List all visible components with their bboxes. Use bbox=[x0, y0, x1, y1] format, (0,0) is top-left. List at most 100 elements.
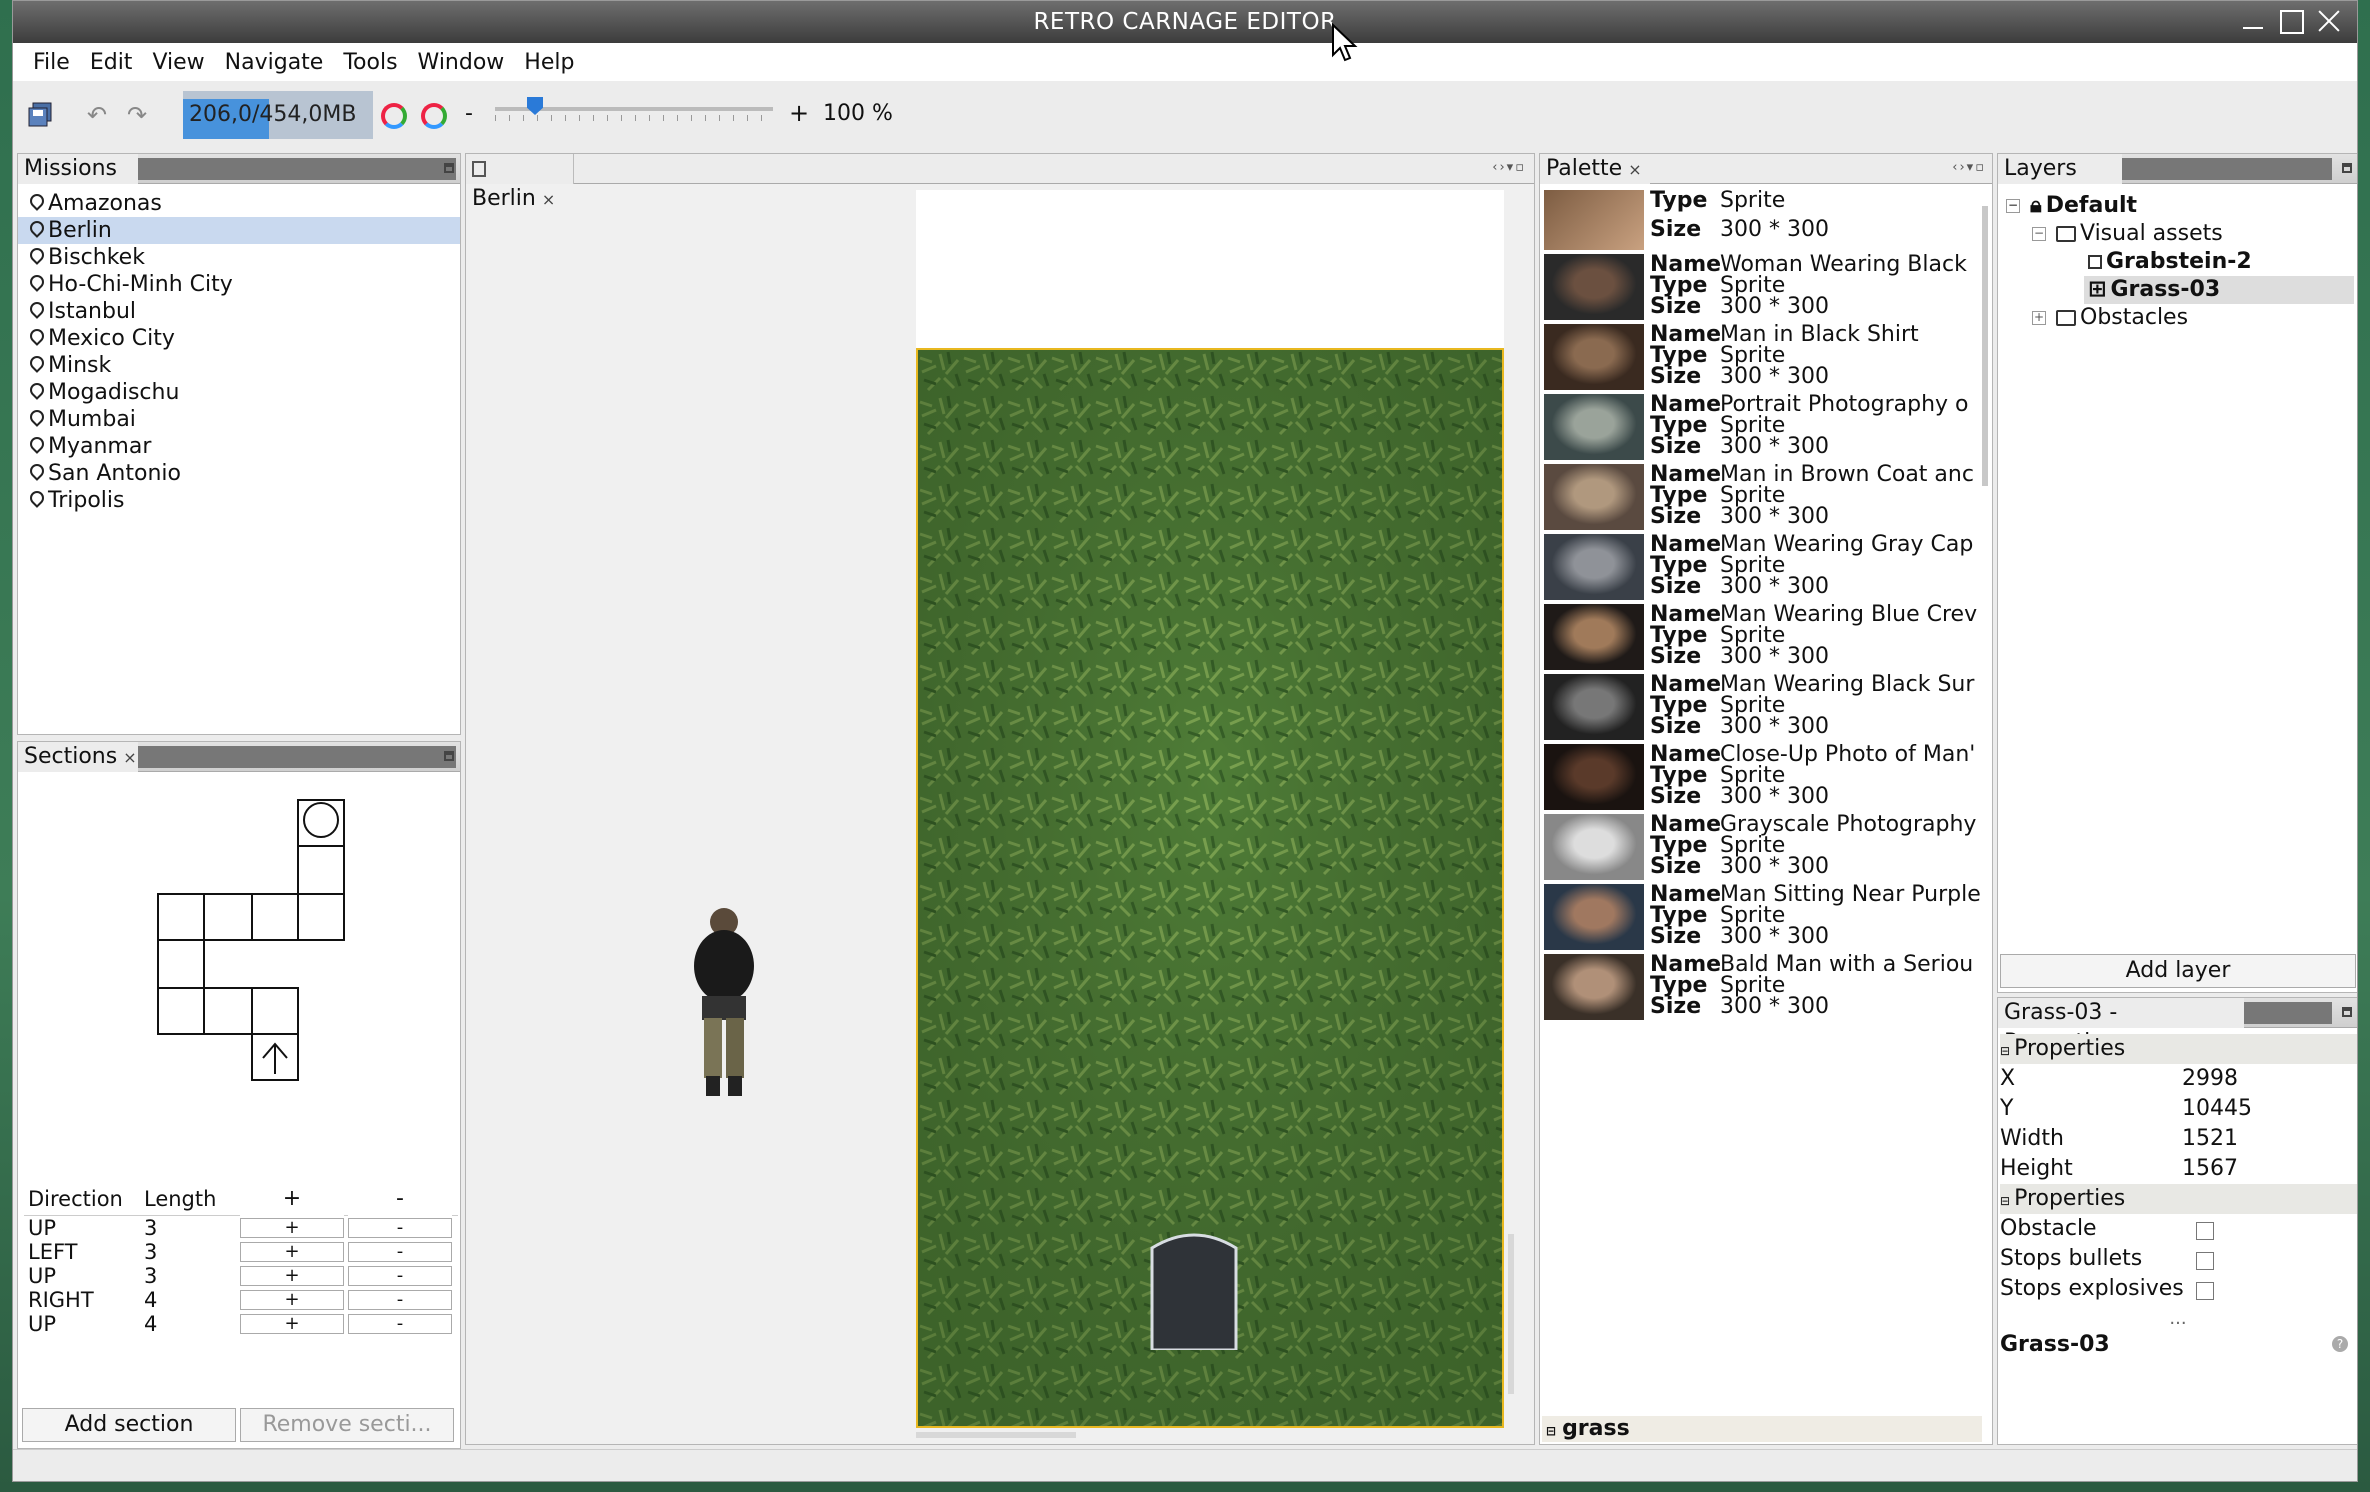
palette-item[interactable]: NameMan Wearing Gray Cap Type Sprite Size 30… bbox=[1544, 534, 1984, 602]
mission-item[interactable]: Mumbai bbox=[18, 406, 460, 433]
layer-grabstein[interactable]: Grabstein-2 bbox=[2088, 248, 2252, 276]
increase-button[interactable]: + bbox=[240, 1242, 344, 1262]
decrease-button[interactable]: - bbox=[348, 1314, 452, 1334]
palette-item[interactable]: NameGrayscale Photography Type Sprite Size 3… bbox=[1544, 814, 1984, 882]
collapse-icon[interactable]: − bbox=[2032, 227, 2046, 241]
redo-icon[interactable]: ↷ bbox=[119, 97, 155, 133]
horizontal-scrollbar[interactable] bbox=[916, 1432, 1076, 1438]
remove-section-button[interactable]: Remove secti... bbox=[240, 1408, 454, 1442]
help-icon[interactable]: ? bbox=[2332, 1336, 2348, 1352]
decrease-button[interactable]: - bbox=[348, 1290, 452, 1310]
menu-help[interactable]: Help bbox=[514, 50, 584, 75]
palette-item[interactable]: NameBald Man with a Seriou Type Sprite Size… bbox=[1544, 954, 1984, 1022]
zoom-slider-handle[interactable] bbox=[527, 97, 543, 115]
editor-panel: Berlin × ‹›▾▫ bbox=[465, 153, 1535, 1445]
mission-item-selected[interactable]: Berlin bbox=[18, 217, 460, 244]
mission-item[interactable]: Istanbul bbox=[18, 298, 460, 325]
layer-obstacles[interactable]: + Obstacles bbox=[2032, 304, 2188, 332]
layer-default[interactable]: − 🔒︎ Default bbox=[2006, 192, 2137, 220]
memory-monitor[interactable]: 206,0/454,0MB bbox=[183, 91, 373, 139]
layer-grass-selected[interactable]: ⊞ Grass-03 bbox=[2084, 276, 2354, 304]
menu-view[interactable]: View bbox=[142, 50, 214, 75]
decrease-button[interactable]: - bbox=[348, 1242, 452, 1262]
palette-item[interactable]: NameWoman Wearing Black Type Sprite Size 300… bbox=[1544, 254, 1984, 322]
vertical-scrollbar[interactable] bbox=[1508, 1234, 1514, 1394]
tab-scroll-icons[interactable]: ‹›▾▫ bbox=[1492, 160, 1526, 175]
mission-item[interactable]: Myanmar bbox=[18, 433, 460, 460]
palette-panel: Palette × ‹›▾▫ Type Sprite Size 300 * 300 Na… bbox=[1539, 153, 1993, 1445]
zoom-out-button[interactable]: - bbox=[465, 101, 473, 126]
decrease-button[interactable]: - bbox=[348, 1266, 452, 1286]
palette-item[interactable]: NameMan in Brown Coat anc Type Sprite Size 3… bbox=[1544, 464, 1984, 532]
close-tab-icon[interactable]: × bbox=[1628, 160, 1641, 179]
menu-edit[interactable]: Edit bbox=[80, 50, 143, 75]
reset-gc-icon[interactable] bbox=[421, 103, 447, 129]
menu-file[interactable]: File bbox=[23, 50, 80, 75]
increase-button[interactable]: + bbox=[240, 1290, 344, 1310]
palette-group-header[interactable]: ⊟ grass bbox=[1542, 1416, 1982, 1442]
app-window: RETRO CARNAGE EDITOR File Edit View Navi… bbox=[12, 0, 2358, 1482]
menu-window[interactable]: Window bbox=[408, 50, 515, 75]
palette-item-size: 300 * 300 bbox=[1720, 294, 1829, 318]
obstacle-checkbox[interactable] bbox=[2196, 1222, 2214, 1240]
mission-item[interactable]: Minsk bbox=[18, 352, 460, 379]
palette-item[interactable]: NamePortrait Photography o Type Sprite Size… bbox=[1544, 394, 1984, 462]
document-icon bbox=[472, 161, 486, 177]
increase-button[interactable]: + bbox=[240, 1266, 344, 1286]
garbage-collect-icon[interactable] bbox=[381, 103, 407, 129]
add-section-button[interactable]: Add section bbox=[22, 1408, 236, 1442]
mission-item[interactable]: Bischkek bbox=[18, 244, 460, 271]
palette-item[interactable]: Type Sprite Size 300 * 300 bbox=[1544, 190, 1984, 252]
mission-item[interactable]: Amazonas bbox=[18, 190, 460, 217]
zoom-in-button[interactable]: + bbox=[789, 99, 809, 127]
palette-scrollbar[interactable] bbox=[1982, 206, 1988, 486]
minimize-icon[interactable] bbox=[2239, 7, 2267, 35]
maximize-icon[interactable] bbox=[2277, 7, 2305, 35]
stops-explosives-checkbox[interactable] bbox=[2196, 1282, 2214, 1300]
missions-panel-title: Missions bbox=[18, 154, 138, 184]
properties-group[interactable]: ⊟ Properties bbox=[2000, 1184, 2357, 1214]
close-tab-icon[interactable]: × bbox=[123, 748, 136, 767]
increase-button[interactable]: + bbox=[240, 1314, 344, 1334]
thumbnail-image bbox=[1544, 254, 1644, 320]
folder-icon bbox=[2056, 226, 2076, 242]
mission-item[interactable]: Mogadischu bbox=[18, 379, 460, 406]
properties-group[interactable]: ⊟ Properties bbox=[2000, 1034, 2357, 1064]
panel-minimize-icon[interactable] bbox=[2342, 1007, 2352, 1017]
add-layer-button[interactable]: Add layer bbox=[2000, 954, 2356, 988]
soldier-sprite[interactable] bbox=[684, 904, 764, 1104]
mission-item[interactable]: Ho-Chi-Minh City bbox=[18, 271, 460, 298]
panel-minimize-icon[interactable] bbox=[444, 751, 454, 761]
image-icon bbox=[2088, 255, 2102, 269]
mission-item[interactable]: Tripolis bbox=[18, 487, 460, 514]
mission-item[interactable]: San Antonio bbox=[18, 460, 460, 487]
property-stops-bullets: Stops bullets bbox=[2000, 1244, 2357, 1274]
save-all-icon[interactable] bbox=[23, 97, 59, 133]
palette-tab[interactable]: Palette × bbox=[1540, 154, 1650, 184]
location-pin-icon bbox=[28, 436, 44, 458]
collapse-icon[interactable]: − bbox=[2006, 199, 2020, 213]
palette-item[interactable]: NameMan Sitting Near Purple Type Sprite Siz… bbox=[1544, 884, 1984, 952]
splitter-handle[interactable]: ... bbox=[1998, 1308, 2357, 1329]
palette-item[interactable]: NameMan in Black Shirt Type Sprite Size 300 … bbox=[1544, 324, 1984, 392]
panel-minimize-icon[interactable] bbox=[444, 163, 454, 173]
close-icon[interactable] bbox=[2315, 7, 2343, 35]
menu-tools[interactable]: Tools bbox=[333, 50, 407, 75]
tab-berlin[interactable]: Berlin × bbox=[466, 154, 574, 211]
menu-navigate[interactable]: Navigate bbox=[215, 50, 334, 75]
palette-item[interactable]: NameMan Wearing Blue Crev Type Sprite Size 3… bbox=[1544, 604, 1984, 672]
decrease-button[interactable]: - bbox=[348, 1218, 452, 1238]
expand-icon[interactable]: + bbox=[2032, 311, 2046, 325]
undo-icon[interactable]: ↶ bbox=[79, 97, 115, 133]
layer-visual-assets[interactable]: − Visual assets bbox=[2032, 220, 2223, 248]
tab-scroll-icons[interactable]: ‹›▾▫ bbox=[1952, 160, 1986, 175]
close-tab-icon[interactable]: × bbox=[542, 190, 555, 209]
palette-item[interactable]: NameMan Wearing Black Sur Type Sprite Size 3… bbox=[1544, 674, 1984, 742]
mission-item[interactable]: Mexico City bbox=[18, 325, 460, 352]
property-height: Height 1567 bbox=[2000, 1156, 2238, 1181]
stops-bullets-checkbox[interactable] bbox=[2196, 1252, 2214, 1270]
panel-minimize-icon[interactable] bbox=[2342, 163, 2352, 173]
gravestone-sprite[interactable] bbox=[1148, 1228, 1240, 1352]
increase-button[interactable]: + bbox=[240, 1218, 344, 1238]
palette-item[interactable]: NameClose-Up Photo of Man' Type Sprite Size… bbox=[1544, 744, 1984, 812]
